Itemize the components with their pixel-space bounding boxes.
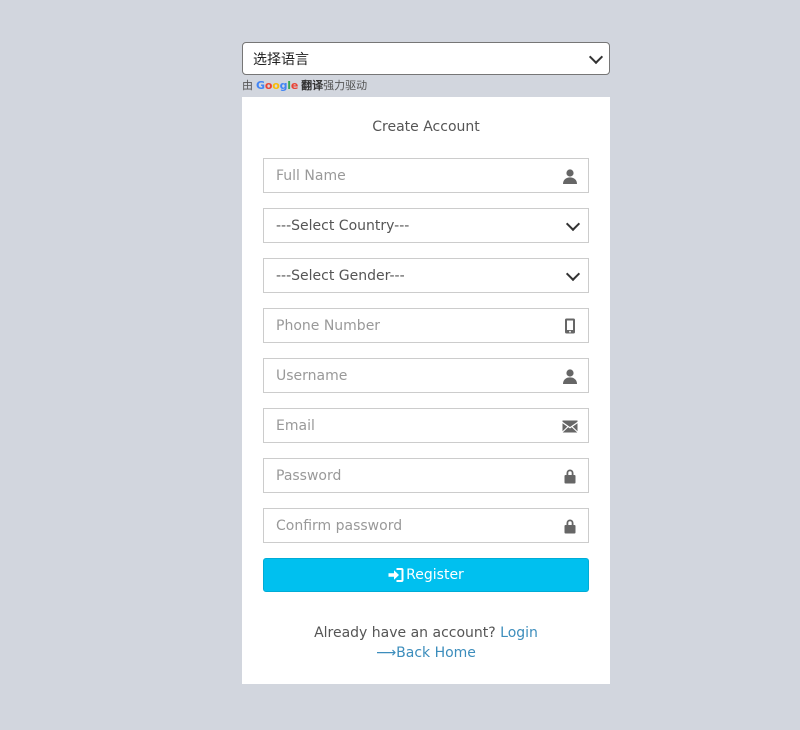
confirm-password-input[interactable]: Confirm password <box>263 508 589 543</box>
password-placeholder: Password <box>276 467 342 484</box>
login-link[interactable]: Login <box>500 625 538 641</box>
language-select-value: 选择语言 <box>253 51 309 68</box>
language-select[interactable]: 选择语言 <box>242 42 610 75</box>
phone-number-placeholder: Phone Number <box>276 317 381 334</box>
translate-word: 翻译 <box>301 79 324 92</box>
sign-in-icon <box>388 568 404 582</box>
lock-icon <box>562 468 578 484</box>
register-card: Create Account Full Name ---Select Count… <box>242 97 610 684</box>
google-logo-letter: G <box>256 79 265 92</box>
country-select-value: ---Select Country--- <box>276 217 410 234</box>
form-title: Create Account <box>372 119 480 135</box>
user-icon <box>562 168 578 184</box>
envelope-icon <box>562 418 578 434</box>
google-logo-letter: o <box>272 79 280 92</box>
full-name-input[interactable]: Full Name <box>263 158 589 193</box>
username-input[interactable]: Username <box>263 358 589 393</box>
chevron-down-icon <box>565 216 581 231</box>
language-widget: 选择语言 由 Google 翻译强力驱动 <box>242 42 610 92</box>
powered-by-google-translate: 由 Google 翻译强力驱动 <box>242 80 610 92</box>
user-icon <box>562 368 578 384</box>
powered-suffix: 强力驱动 <box>323 79 368 92</box>
chevron-down-icon <box>588 49 604 64</box>
register-label: Register <box>406 567 464 583</box>
email-placeholder: Email <box>276 417 315 434</box>
country-select[interactable]: ---Select Country--- <box>263 208 589 243</box>
google-logo-letter: e <box>290 79 299 92</box>
username-placeholder: Username <box>276 367 348 384</box>
full-name-placeholder: Full Name <box>276 167 346 184</box>
back-home-row: ⟶Back Home <box>242 645 610 661</box>
google-logo[interactable]: Google <box>256 80 298 92</box>
mobile-phone-icon <box>562 318 578 334</box>
email-input[interactable]: Email <box>263 408 589 443</box>
gender-select-value: ---Select Gender--- <box>276 267 405 284</box>
password-input[interactable]: Password <box>263 458 589 493</box>
confirm-password-placeholder: Confirm password <box>276 517 403 534</box>
back-home-link[interactable]: ⟶Back Home <box>376 645 476 661</box>
login-prompt: Already have an account? Login <box>242 625 610 641</box>
have-account-text: Already have an account? <box>314 625 496 641</box>
chevron-down-icon <box>565 266 581 281</box>
powered-prefix: 由 <box>242 79 253 92</box>
register-button[interactable]: Register <box>263 558 589 592</box>
gender-select[interactable]: ---Select Gender--- <box>263 258 589 293</box>
phone-number-input[interactable]: Phone Number <box>263 308 589 343</box>
lock-icon <box>562 518 578 534</box>
